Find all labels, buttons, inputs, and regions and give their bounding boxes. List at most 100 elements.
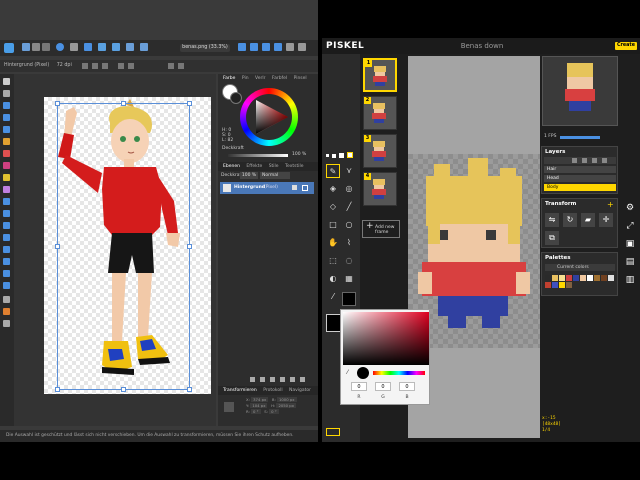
layers-opacity-field[interactable]: 100 % — [240, 172, 258, 179]
resize-icon[interactable]: ⤢ — [624, 220, 636, 232]
tab-layers[interactable]: Ebenen — [223, 164, 240, 169]
adjust-icon[interactable] — [126, 43, 134, 51]
selection-brush-icon[interactable] — [3, 102, 10, 109]
shear-field[interactable]: 0 ° — [269, 409, 279, 414]
eraser-tool-icon[interactable]: ◇ — [326, 200, 340, 214]
opacity-slider[interactable] — [228, 154, 288, 157]
curves-icon[interactable] — [98, 43, 106, 51]
eyedropper-icon[interactable]: ⁄ — [347, 370, 353, 376]
red-input[interactable]: 0 — [351, 382, 367, 391]
x-field[interactable]: 374 px — [251, 397, 269, 402]
document-tab[interactable]: benas.png (33.3%) — [180, 44, 230, 52]
tab-effects[interactable]: Effekte — [246, 164, 262, 169]
pen-tool-icon[interactable]: ✎ — [326, 164, 340, 178]
pen-size-1[interactable] — [326, 154, 329, 157]
color-replace-icon[interactable] — [3, 150, 10, 157]
add-frame-button[interactable]: + Add new frame — [362, 220, 400, 238]
blur-tool-icon[interactable] — [3, 222, 10, 229]
palette-color[interactable] — [552, 275, 558, 281]
paint-brush-icon[interactable] — [3, 138, 10, 145]
paint-same-color-icon[interactable]: ◎ — [342, 182, 356, 196]
piskel-logo[interactable]: PISKEL — [326, 39, 364, 53]
zoom-tool-icon[interactable] — [3, 296, 10, 303]
tab-styles[interactable]: Stile — [269, 164, 279, 169]
hue-slider[interactable] — [373, 371, 425, 375]
layer-mask-icon[interactable] — [250, 377, 255, 382]
green-input[interactable]: 0 — [375, 382, 391, 391]
crop-tool-icon[interactable] — [3, 126, 10, 133]
width-field[interactable]: 1000 px — [276, 397, 297, 402]
palette-color[interactable] — [587, 275, 593, 281]
tab-transform[interactable]: Transformieren — [223, 388, 257, 393]
stroke-tool-icon[interactable]: ╱ — [342, 200, 356, 214]
lasso-select-icon[interactable]: ◌ — [342, 254, 356, 268]
resize-handle[interactable] — [121, 387, 126, 392]
transform-add-icon[interactable]: + — [607, 200, 614, 209]
circle-tool-icon[interactable]: ○ — [342, 218, 356, 232]
move-tool-icon[interactable] — [3, 78, 10, 85]
center-icon[interactable]: ✛ — [599, 213, 613, 227]
palette-color[interactable] — [545, 275, 551, 281]
persona-photo-icon[interactable] — [22, 43, 30, 51]
gradient-tool-icon[interactable] — [3, 186, 10, 193]
move-tool-icon[interactable]: ✋ — [326, 236, 340, 250]
rectangle-tool-icon[interactable]: □ — [326, 218, 340, 232]
palette-color[interactable] — [545, 282, 551, 288]
share-icon[interactable] — [56, 43, 64, 51]
resize-handle[interactable] — [187, 244, 192, 249]
visibility-checkbox[interactable] — [302, 185, 308, 191]
y-field[interactable]: 104 px — [250, 403, 268, 408]
layer-row-background[interactable]: Hintergrund (Pixel) — [220, 182, 314, 194]
layer-action-icon[interactable] — [572, 158, 577, 163]
blue-input[interactable]: 0 — [399, 382, 415, 391]
palette-select[interactable]: Current colors — [545, 264, 615, 271]
clone-icon[interactable]: ▰ — [581, 213, 595, 227]
hsl-icon[interactable] — [112, 43, 120, 51]
grid-icon[interactable] — [70, 43, 78, 51]
flip-icon[interactable]: ⇋ — [545, 213, 559, 227]
secondary-color-swatch[interactable] — [230, 92, 242, 104]
tab-brushes[interactable]: Pinsel — [294, 76, 307, 81]
add-layer-icon[interactable] — [290, 377, 295, 382]
layer-item[interactable]: Head — [544, 175, 616, 182]
height-field[interactable]: 2050 px — [276, 403, 296, 408]
color-triangle[interactable] — [248, 98, 290, 136]
resize-handle[interactable] — [187, 387, 192, 392]
palette-color[interactable] — [559, 275, 565, 281]
lighten-tool-icon[interactable]: ◐ — [326, 272, 340, 286]
export-icon[interactable]: ▤ — [624, 256, 636, 268]
snap-icon[interactable] — [238, 43, 246, 51]
dodge-tool-icon[interactable] — [3, 198, 10, 205]
ctx-tool-icon[interactable] — [118, 63, 124, 69]
lock-icon[interactable] — [292, 185, 297, 190]
live-filter-icon[interactable] — [270, 377, 275, 382]
shape-tool-icon[interactable] — [3, 258, 10, 265]
ctx-tool-icon[interactable] — [82, 63, 88, 69]
persona-develop-icon[interactable] — [42, 43, 50, 51]
frame-thumbnail[interactable]: 3 — [363, 134, 397, 168]
color-picker-tool-icon[interactable]: ⁄ — [326, 290, 340, 304]
palette-color[interactable] — [559, 282, 565, 288]
tab-navigator[interactable]: Navigator — [289, 388, 311, 393]
tab-color[interactable]: Farbe — [223, 76, 235, 81]
crop-icon[interactable]: ⧉ — [545, 231, 559, 245]
fill-tool-icon[interactable] — [3, 174, 10, 181]
ctx-tool-icon[interactable] — [102, 63, 108, 69]
pen-size-4[interactable] — [347, 152, 353, 158]
rotation-field[interactable]: 0 ° — [251, 409, 261, 414]
tab-swatches[interactable]: Farbfel — [272, 76, 287, 81]
rotate-icon[interactable]: ↻ — [563, 213, 577, 227]
layer-action-icon[interactable] — [602, 158, 607, 163]
selection-box[interactable] — [55, 101, 192, 392]
palette-color[interactable] — [601, 275, 607, 281]
resize-handle[interactable] — [55, 101, 60, 106]
tab-history[interactable]: Protokoll — [263, 388, 282, 393]
frame-thumbnail[interactable]: 4 — [363, 172, 397, 206]
tab-textstyles[interactable]: Textstile — [285, 164, 303, 169]
tab-pin[interactable]: Pin — [242, 76, 249, 81]
clone-tool-icon[interactable] — [3, 210, 10, 217]
tab-gradient[interactable]: Verlr — [255, 76, 265, 81]
saturation-value-area[interactable] — [343, 312, 429, 365]
secondary-color[interactable] — [342, 292, 356, 306]
group-icon[interactable] — [280, 377, 285, 382]
